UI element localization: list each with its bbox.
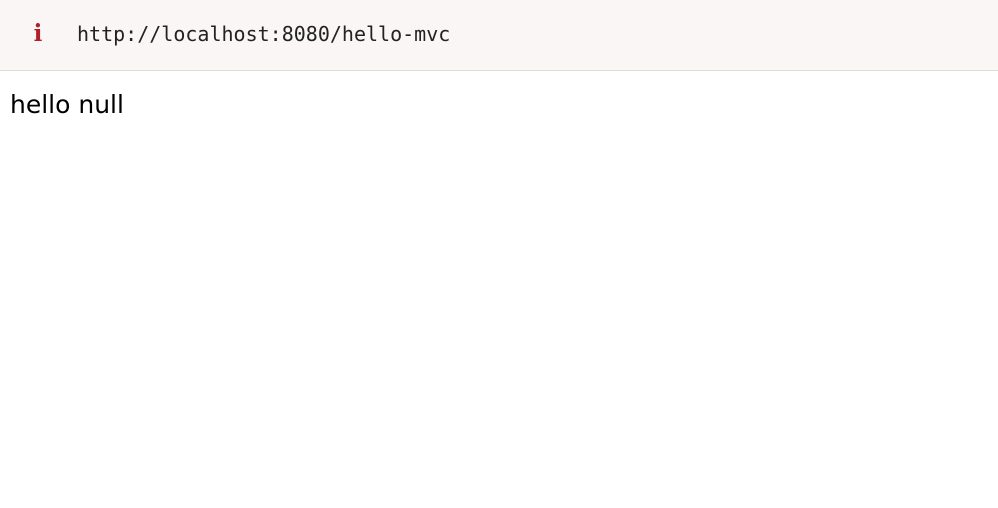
- url-field[interactable]: http://localhost:8080/hello-mvc: [77, 20, 450, 48]
- address-bar: i http://localhost:8080/hello-mvc: [0, 0, 998, 71]
- info-icon[interactable]: i: [28, 20, 48, 48]
- browser-window: i http://localhost:8080/hello-mvc hello …: [0, 0, 998, 508]
- page-body-text: hello null: [10, 90, 124, 119]
